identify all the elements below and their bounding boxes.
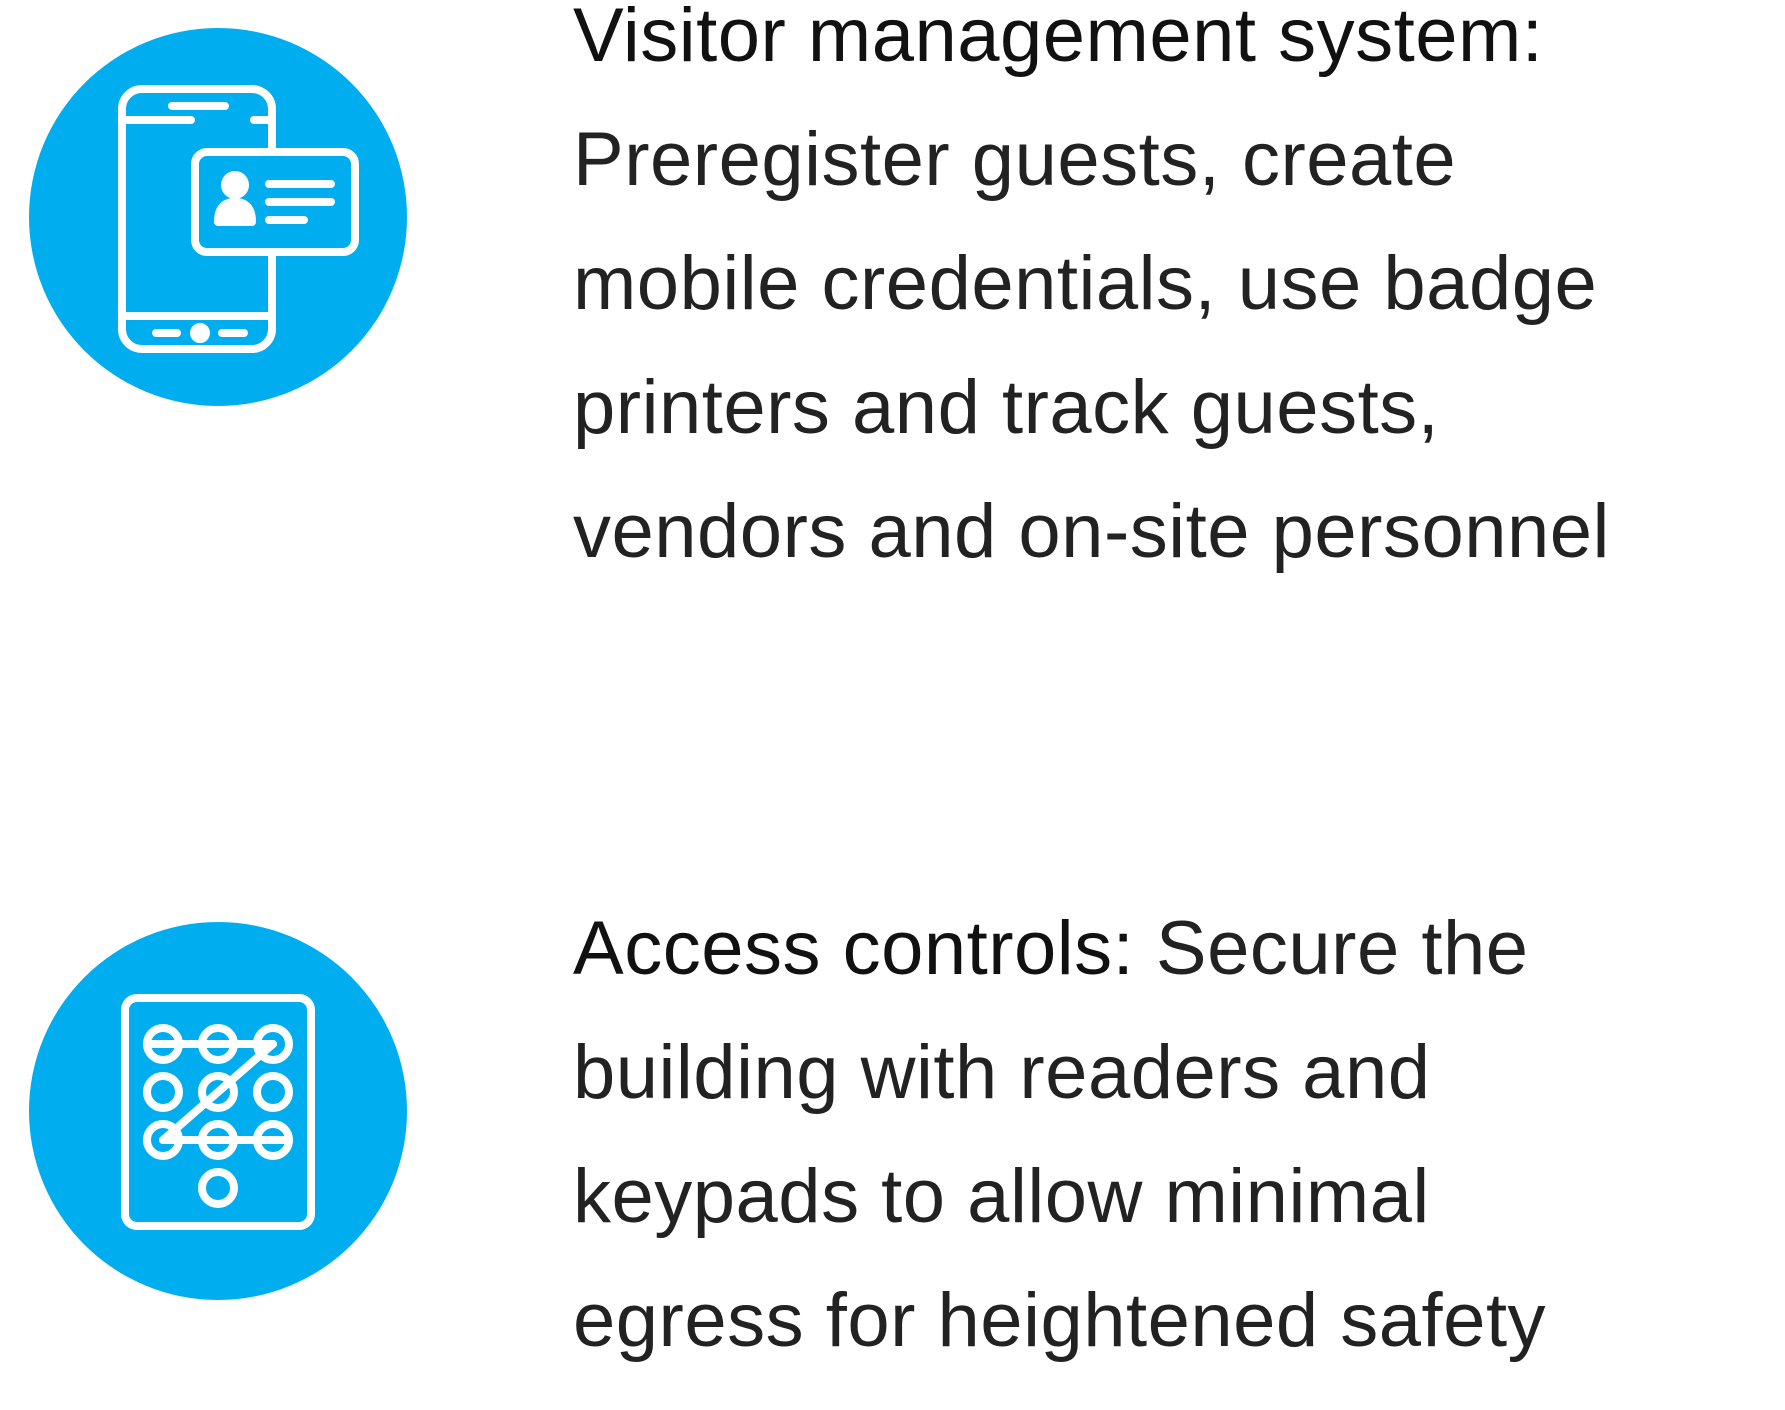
access-first-line: Access controls: Secure the	[573, 887, 1763, 1011]
visitor-line-3: printers and track guests,	[573, 365, 1440, 450]
keypad-pattern-icon	[121, 994, 315, 1230]
access-line-2: keypads to allow minimal	[573, 1154, 1430, 1239]
feature-visitor-management: Visitor management system: Preregister g…	[0, 0, 1785, 600]
access-line-3: egress for heightened safety	[573, 1278, 1547, 1363]
access-heading: Access controls:	[573, 906, 1135, 991]
access-line-1: building with readers and	[573, 1030, 1431, 1115]
visitor-line-1: Preregister guests, create	[573, 117, 1457, 202]
feature-access-controls: Access controls: Secure the building wit…	[0, 880, 1785, 1363]
visitor-heading: Visitor management system:	[573, 0, 1544, 78]
access-first-line-rest: Secure the	[1134, 906, 1529, 991]
visitor-icon-circle	[29, 28, 407, 406]
visitor-text-block: Visitor management system: Preregister g…	[573, 0, 1763, 594]
visitor-line-4: vendors and on-site personnel	[573, 489, 1610, 574]
phone-badge-icon	[118, 85, 359, 353]
access-text-block: Access controls: Secure the building wit…	[573, 887, 1763, 1383]
access-icon-circle	[29, 922, 407, 1300]
visitor-line-2: mobile credentials, use badge	[573, 241, 1598, 326]
